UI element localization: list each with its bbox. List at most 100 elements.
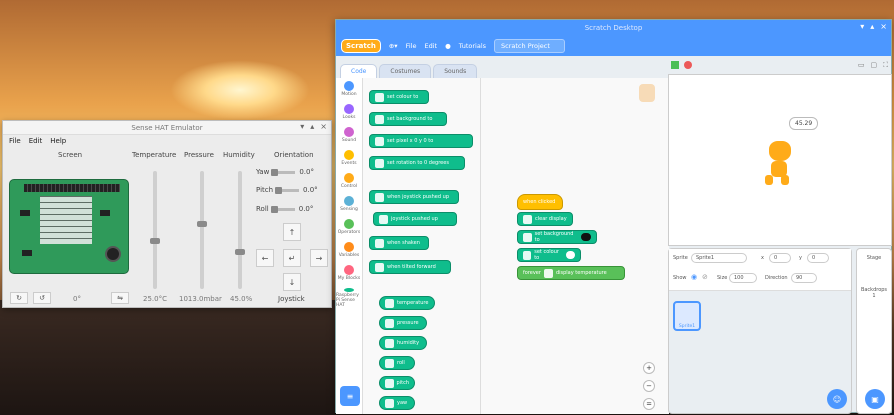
category-events[interactable]: Events [336, 150, 362, 170]
palette-reporter[interactable]: temperature [379, 296, 435, 310]
joystick-right-button[interactable]: → [310, 249, 328, 267]
flip-icon[interactable]: ⇋ [111, 292, 129, 304]
zoom-out-icon[interactable]: − [643, 380, 655, 392]
category-label: Raspberry Pi Sense HAT [336, 293, 359, 308]
palette-reporter[interactable]: roll [379, 356, 415, 370]
size-input[interactable]: 100 [729, 273, 757, 283]
palette-block[interactable]: joystick pushed up [373, 212, 457, 226]
menu-file[interactable]: File [9, 137, 21, 145]
category-variables[interactable]: Variables [336, 242, 362, 262]
stage-panel[interactable]: Stage Backdrops 1 ▣ [856, 248, 892, 414]
yaw-value: 0.0° [299, 168, 314, 176]
fullscreen-icon[interactable]: ⛶ [883, 61, 888, 70]
joystick-up-button[interactable]: ↑ [283, 223, 301, 241]
scratch-titlebar[interactable]: Scratch Desktop ▾ ▴ × [336, 20, 891, 36]
choose-sprite-icon[interactable]: ☺ [827, 389, 847, 409]
close-icon[interactable]: × [320, 122, 327, 131]
language-globe-icon[interactable]: ⊕▾ [389, 42, 398, 50]
pressure-header: Pressure [184, 151, 214, 159]
minimize-icon[interactable]: ▾ [300, 122, 304, 131]
palette-reporter[interactable]: pressure [379, 316, 427, 330]
sprite-tile[interactable]: Sprite1 [673, 301, 701, 331]
palette-reporter[interactable]: humidity [379, 336, 427, 350]
maximize-icon[interactable]: ▴ [310, 122, 314, 131]
when-flag-clicked-block[interactable]: when clicked [517, 194, 563, 210]
menu-edit[interactable]: Edit [424, 42, 437, 50]
small-stage-icon[interactable]: ▭ [858, 61, 865, 70]
menu-tutorials[interactable]: Tutorials [459, 42, 486, 50]
palette-block[interactable]: when tilted forward [369, 260, 451, 274]
category-looks[interactable]: Looks [336, 104, 362, 124]
humidity-slider-knob[interactable] [235, 249, 245, 256]
joystick-left-button[interactable]: ← [256, 249, 274, 267]
add-extension-icon[interactable]: ≡ [340, 386, 360, 406]
category-dot-icon [344, 288, 354, 292]
direction-input[interactable]: 90 [791, 273, 817, 283]
roll-value: 0.0° [298, 205, 314, 213]
show-hidden-icon[interactable]: ⊘ [702, 273, 708, 281]
script-block[interactable]: set background to [517, 230, 597, 244]
sense-hat-window: Sense HAT Emulator ▾ ▴ × File Edit Help … [2, 120, 332, 308]
cat-sprite[interactable] [759, 141, 799, 189]
zoom-in-icon[interactable]: + [643, 362, 655, 374]
choose-backdrop-icon[interactable]: ▣ [865, 389, 885, 409]
palette-reporter[interactable]: yaw [379, 396, 415, 410]
show-visible-icon[interactable]: ◉ [691, 273, 697, 281]
tab-costumes[interactable]: Costumes [379, 64, 432, 79]
script-block[interactable]: set colour to [517, 248, 581, 262]
project-title-input[interactable]: Scratch Project [494, 39, 565, 53]
rotate-right-icon[interactable]: ↻ [10, 292, 28, 304]
palette-block[interactable]: when joystick pushed up [369, 190, 459, 204]
script-block[interactable]: clear display [517, 212, 573, 226]
yaw-slider[interactable] [271, 168, 296, 176]
category-sound[interactable]: Sound [336, 127, 362, 147]
y-input[interactable]: 0 [807, 253, 829, 263]
tutorials-icon: ● [445, 42, 451, 50]
tab-sounds[interactable]: Sounds [433, 64, 478, 79]
rotate-left-icon[interactable]: ↺ [33, 292, 51, 304]
x-input[interactable]: 0 [769, 253, 791, 263]
tab-code[interactable]: Code [340, 64, 378, 79]
scratch-window: Scratch Desktop ▾ ▴ × Scratch ⊕▾ File Ed… [335, 19, 892, 414]
category-my-blocks[interactable]: My Blocks [336, 265, 362, 285]
category-list: Motion Looks Sound Events Control Sensing Oper… [336, 78, 363, 414]
code-area[interactable]: when clicked clear display set backgroun… [481, 78, 669, 414]
scratch-logo[interactable]: Scratch [341, 39, 381, 53]
palette-block[interactable]: set background to [369, 112, 447, 126]
category-sensing[interactable]: Sensing [336, 196, 362, 216]
category-control[interactable]: Control [336, 173, 362, 193]
roll-slider[interactable] [270, 205, 295, 213]
sense-titlebar[interactable]: Sense HAT Emulator ▾ ▴ × [3, 121, 331, 135]
pressure-slider-knob[interactable] [197, 221, 207, 228]
palette-block[interactable]: set rotation to 0 degrees [369, 156, 465, 170]
palette-block[interactable]: set pixel x 0 y 0 to [369, 134, 473, 148]
menu-help[interactable]: Help [50, 137, 66, 145]
menu-edit[interactable]: Edit [29, 137, 43, 145]
category-motion[interactable]: Motion [336, 81, 362, 101]
large-stage-icon[interactable]: ▢ [870, 61, 877, 70]
stop-icon[interactable] [684, 61, 692, 69]
category-label: Sound [341, 138, 357, 143]
palette-block[interactable]: set colour to [369, 90, 429, 104]
zoom-reset-icon[interactable]: = [643, 398, 655, 410]
minimize-icon[interactable]: ▾ [860, 22, 864, 31]
temperature-slider-knob[interactable] [150, 238, 160, 245]
pitch-row: Pitch 0.0° [256, 186, 318, 194]
category-operators[interactable]: Operators [336, 219, 362, 239]
close-icon[interactable]: × [880, 22, 887, 31]
joystick-down-button[interactable]: ↓ [283, 273, 301, 291]
pitch-slider[interactable] [275, 186, 300, 194]
palette-reporter[interactable]: pitch [379, 376, 415, 390]
palette-block[interactable]: when shaken [369, 236, 429, 250]
stage-canvas[interactable]: 45.29 [668, 74, 892, 246]
humidity-slider[interactable] [235, 171, 245, 289]
maximize-icon[interactable]: ▴ [870, 22, 874, 31]
forever-loop-block[interactable]: forever display temperature [517, 266, 625, 280]
temperature-slider[interactable] [150, 171, 160, 289]
pressure-slider[interactable] [197, 171, 207, 289]
menu-file[interactable]: File [406, 42, 417, 50]
sprite-name-input[interactable]: Sprite1 [691, 253, 747, 263]
green-flag-icon[interactable] [671, 61, 679, 69]
joystick-center-button[interactable]: ↵ [283, 249, 301, 267]
category-raspberry-pi-sense-hat[interactable]: Raspberry Pi Sense HAT [336, 288, 362, 308]
